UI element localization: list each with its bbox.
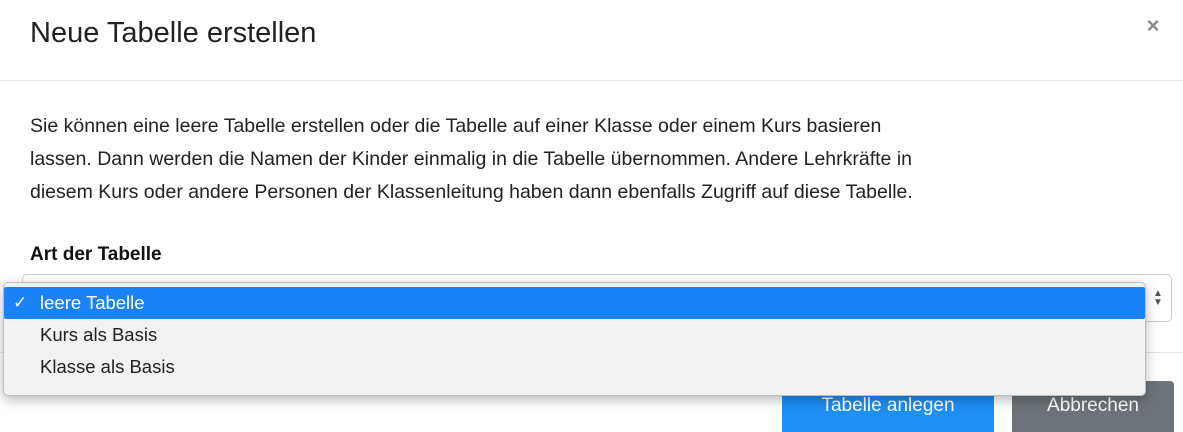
table-type-dropdown: ✓ leere Tabelle Kurs als Basis Klasse al…: [3, 282, 1146, 396]
table-type-label: Art der Tabelle: [30, 244, 162, 265]
new-table-dialog: Neue Tabelle erstellen × Sie können eine…: [0, 0, 1183, 432]
option-label: leere Tabelle: [40, 292, 145, 313]
intro-line: lassen. Dann werden die Namen der Kinder…: [30, 148, 912, 170]
select-arrows-icon: ▲ ▼: [1153, 288, 1163, 308]
dialog-body: Sie können eine leere Tabelle erstellen …: [30, 110, 1175, 209]
dialog-title: Neue Tabelle erstellen: [30, 17, 317, 49]
option-label: Kurs als Basis: [40, 324, 158, 345]
intro-line: diesem Kurs oder andere Personen der Kla…: [30, 181, 913, 203]
checkmark-icon: ✓: [13, 293, 28, 312]
option-leere-tabelle[interactable]: ✓ leere Tabelle: [4, 287, 1145, 319]
option-klasse-als-basis[interactable]: Klasse als Basis: [4, 351, 1145, 383]
intro-text: Sie können eine leere Tabelle erstellen …: [30, 110, 1175, 209]
option-kurs-als-basis[interactable]: Kurs als Basis: [4, 319, 1145, 351]
close-icon[interactable]: ×: [1141, 14, 1165, 38]
intro-line: Sie können eine leere Tabelle erstellen …: [30, 115, 882, 137]
option-label: Klasse als Basis: [40, 356, 175, 377]
dialog-header: Neue Tabelle erstellen ×: [0, 0, 1183, 81]
